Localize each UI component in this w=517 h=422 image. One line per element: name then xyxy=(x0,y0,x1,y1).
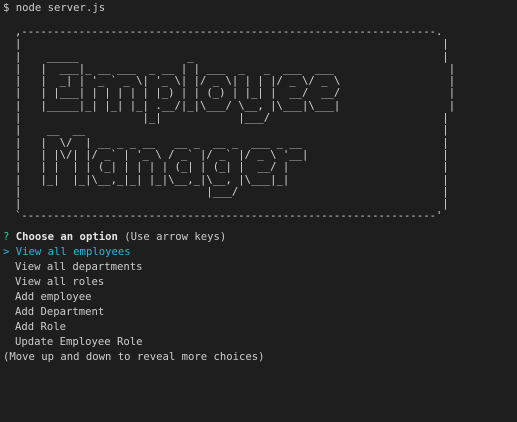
menu-item[interactable]: View all departments xyxy=(3,260,517,275)
question-mark-icon: ? xyxy=(3,230,10,243)
menu-item[interactable]: View all roles xyxy=(3,275,517,290)
shell-prompt-symbol: $ xyxy=(3,2,10,14)
command-text: node server.js xyxy=(15,2,106,14)
ascii-banner: ,---------------------------------------… xyxy=(15,26,456,223)
terminal-window[interactable]: $ node server.js ,----------------------… xyxy=(0,0,517,422)
command-line: $ node server.js xyxy=(3,1,517,16)
menu-item[interactable]: Add employee xyxy=(3,290,517,305)
menu-item[interactable]: Add Role xyxy=(3,320,517,335)
menu-item[interactable]: Update Employee Role xyxy=(3,335,517,350)
prompt-question: ? Choose an option (Use arrow keys) xyxy=(3,230,517,245)
footer-hint: (Move up and down to reveal more choices… xyxy=(3,350,265,363)
question-text: Choose an option xyxy=(15,230,118,243)
menu-item-selected[interactable]: > View all employees xyxy=(3,245,517,260)
menu-item[interactable]: Add Department xyxy=(3,305,517,320)
question-hint: (Use arrow keys) xyxy=(124,230,227,243)
pointer-icon: > xyxy=(3,245,10,258)
menu-item-label: View all employees xyxy=(15,245,131,258)
